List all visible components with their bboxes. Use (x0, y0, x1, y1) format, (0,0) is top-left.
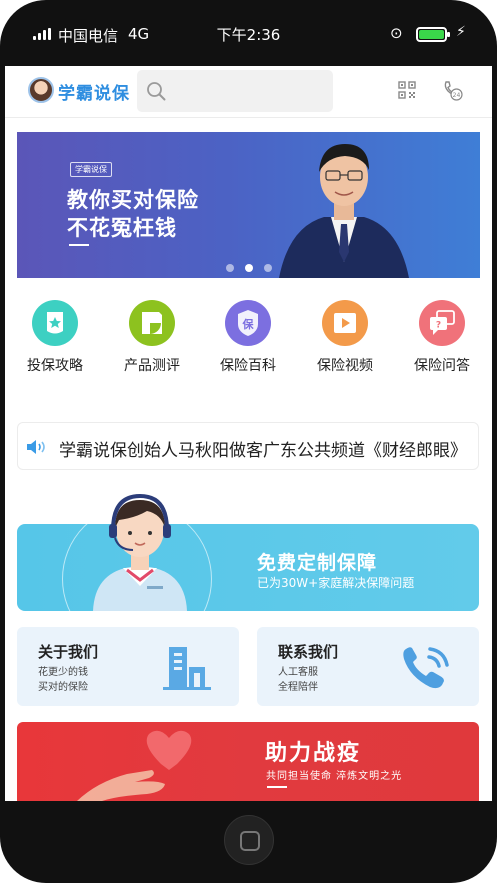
qa-icon: ? (430, 310, 455, 335)
home-button-icon (240, 831, 260, 851)
logo-avatar (28, 77, 54, 103)
video-icon (334, 313, 356, 333)
banner-headline-1: 教你买对保险 (67, 188, 199, 212)
search-input[interactable] (137, 70, 333, 112)
ticker-text: 学霸说保创始人马秋阳做客广东公共频道《财经郎眼》 (59, 441, 467, 461)
app-header: 学霸说保 24 (5, 66, 492, 118)
about-title: 关于我们 (38, 643, 99, 661)
category-circle (32, 300, 78, 346)
category-circle (322, 300, 368, 346)
category-item-encyclopedia[interactable]: 保 保险百科 (208, 300, 288, 375)
free-plan-title: 免费定制保障 (257, 552, 378, 574)
category-item-review[interactable]: 产品测评 (112, 300, 192, 375)
customer-service-agent-illustration (93, 493, 187, 611)
category-nav: 投保攻略 产品测评 保 保险百科 保险视频 ? 保险问答 (5, 300, 492, 380)
building-icon (163, 647, 211, 690)
about-line-1: 花更少的钱 (38, 667, 88, 678)
phone-call-icon (403, 647, 449, 689)
banner-dot[interactable] (264, 264, 272, 272)
service-24h-icon[interactable]: 24 (441, 79, 463, 101)
qr-code-icon[interactable] (398, 81, 416, 99)
banner-headline-2: 不花冤枉钱 (67, 216, 177, 240)
phone-frame: 中国电信 4G 下午2:36 ⊙ ⚡ 学霸说保 24 学霸说保 教你买对保险 不… (0, 0, 497, 883)
category-label: 投保攻略 (27, 358, 83, 374)
review-icon (142, 312, 162, 334)
category-circle: ? (419, 300, 465, 346)
category-label: 保险视频 (317, 358, 373, 374)
category-item-qa[interactable]: ? 保险问答 (402, 300, 482, 375)
hand-heart-illustration (77, 730, 192, 801)
banner-presenter-image (279, 144, 409, 278)
about-line-2: 买对的保险 (38, 682, 88, 693)
banner-dot[interactable] (245, 264, 253, 272)
status-bar: 中国电信 4G 下午2:36 ⊙ ⚡ (0, 0, 497, 66)
category-circle (129, 300, 175, 346)
shield-bao-icon: 保 (238, 310, 258, 336)
svg-text:24: 24 (453, 92, 461, 99)
category-circle: 保 (225, 300, 271, 346)
category-label: 保险问答 (414, 358, 470, 374)
app-screen: 学霸说保 24 学霸说保 教你买对保险 不花冤枉钱 投保攻略 产品测评 保 保险… (5, 66, 492, 801)
category-label: 保险百科 (220, 358, 276, 374)
search-icon (147, 82, 166, 101)
news-ticker[interactable]: 学霸说保创始人马秋阳做客广东公共频道《财经郎眼》 (17, 422, 479, 470)
svg-text:?: ? (436, 321, 441, 331)
category-item-guide[interactable]: 投保攻略 (15, 300, 95, 375)
speaker-icon (27, 440, 45, 454)
contact-us-card[interactable]: 联系我们 人工客服 全程陪伴 (257, 627, 479, 706)
banner-divider (69, 244, 89, 246)
star-shield-icon (47, 312, 63, 334)
contact-line-2: 全程陪伴 (278, 682, 318, 693)
banner-tag: 学霸说保 (70, 162, 112, 177)
category-label: 产品测评 (124, 358, 180, 374)
svg-text:保: 保 (242, 317, 255, 331)
fight-subtitle: 共同担当使命 淬炼文明之光 (266, 771, 403, 782)
battery-icon (416, 27, 450, 42)
fight-epidemic-card[interactable]: 助力战疫 共同担当使命 淬炼文明之光 (17, 722, 479, 801)
banner-dot[interactable] (226, 264, 234, 272)
contact-line-1: 人工客服 (278, 667, 318, 678)
rotation-lock-icon: ⊙ (390, 24, 403, 42)
banner-pagination[interactable] (226, 257, 283, 276)
home-button[interactable] (224, 815, 274, 865)
category-item-video[interactable]: 保险视频 (305, 300, 385, 375)
battery-level (419, 30, 444, 39)
fight-title: 助力战疫 (265, 741, 362, 766)
promo-banner[interactable]: 学霸说保 教你买对保险 不花冤枉钱 (17, 132, 480, 278)
contact-title: 联系我们 (278, 643, 339, 661)
charging-icon: ⚡ (456, 24, 466, 40)
logo-text: 学霸说保 (58, 84, 130, 104)
about-us-card[interactable]: 关于我们 花更少的钱 买对的保险 (17, 627, 239, 706)
free-plan-subtitle: 已为30W+家庭解决保障问题 (257, 576, 415, 590)
fight-divider (267, 786, 287, 788)
